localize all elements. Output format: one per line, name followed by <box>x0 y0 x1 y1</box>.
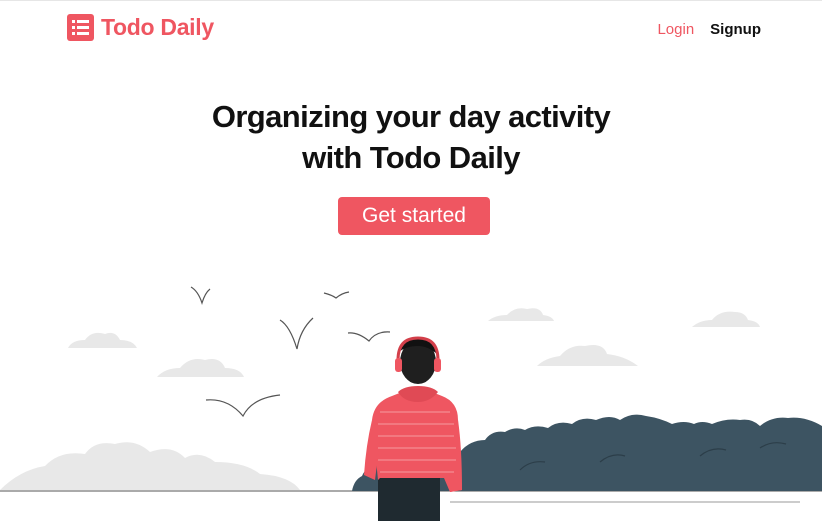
cloud <box>537 345 638 366</box>
cloud <box>0 442 300 490</box>
cloud <box>68 332 137 348</box>
bird <box>279 317 314 350</box>
bird <box>205 394 281 418</box>
cloud <box>692 311 760 327</box>
person-legs <box>378 478 440 521</box>
bird <box>323 291 350 299</box>
hero-illustration <box>0 286 822 521</box>
cloud <box>488 308 554 321</box>
cloud <box>157 359 244 377</box>
bird <box>190 286 211 305</box>
birds <box>190 286 391 418</box>
bird <box>347 331 391 342</box>
person-illustration <box>364 336 462 521</box>
